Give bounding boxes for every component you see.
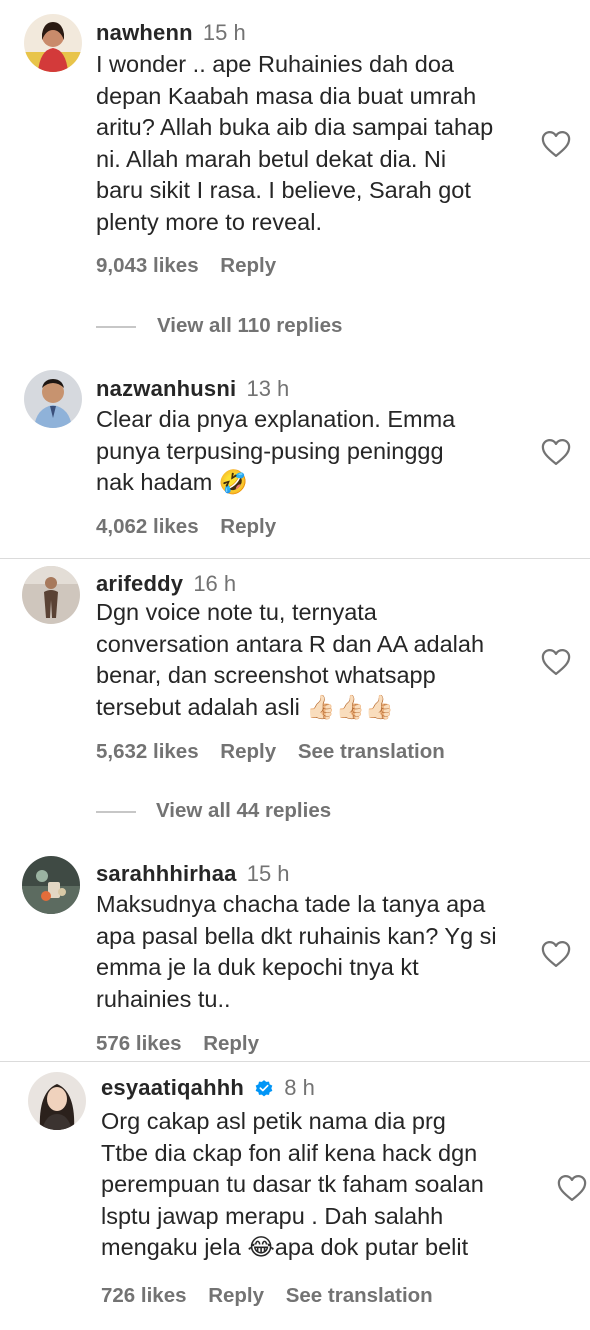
heart-outline-icon[interactable]	[557, 1174, 587, 1202]
likes-count[interactable]: 576 likes	[96, 1032, 182, 1055]
likes-count[interactable]: 9,043 likes	[96, 254, 199, 277]
comment-meta: 576 likes Reply	[96, 1030, 275, 1058]
comment-text: Dgn voice note tu, ternyata conversation…	[96, 597, 484, 723]
comment-line: ruhainies tu..	[96, 985, 231, 1012]
replies-line	[96, 811, 136, 813]
comment-line: plenty more to reveal.	[96, 208, 322, 235]
comment-line: tersebut adalah asli 👍🏻👍🏻👍🏻	[96, 693, 395, 720]
comment-meta: 5,632 likes Reply See translation	[96, 738, 461, 766]
comment-text: Maksudnya chacha tade la tanya apa apa p…	[96, 889, 497, 1015]
avatar[interactable]	[28, 1072, 86, 1130]
comment-esyaatiqahhh: esyaatiqahhh 8 h Org cakap asl petik nam…	[0, 1062, 590, 1330]
heart-outline-icon[interactable]	[541, 648, 571, 676]
comment-line: Org cakap asl petik nama dia prg	[101, 1108, 446, 1134]
avatar[interactable]	[22, 566, 80, 624]
comment-line: aritu? Allah buka aib dia sampai tahap	[96, 114, 494, 140]
avatar[interactable]	[22, 856, 80, 914]
view-replies-button[interactable]: View all 44 replies	[156, 797, 331, 825]
comment-line: baru sikit I rasa. I believe, Sarah got	[96, 177, 471, 203]
see-translation-button[interactable]: See translation	[286, 1284, 433, 1307]
comment-nazwanhusni: nazwanhusni 13 h Clear dia pnya explanat…	[0, 360, 590, 558]
username[interactable]: nawhenn	[96, 20, 193, 45]
username[interactable]: sarahhhirhaa	[96, 861, 237, 886]
comment-header: nawhenn 15 h	[96, 18, 246, 48]
comment-line: nak hadam 🤣	[96, 469, 249, 495]
see-translation-button[interactable]: See translation	[298, 740, 445, 763]
avatar[interactable]	[24, 370, 82, 428]
comment-line: conversation antara R dan AA adalah	[96, 630, 485, 657]
view-replies-button[interactable]: View all 110 replies	[157, 312, 342, 340]
divider	[0, 558, 590, 559]
comment-text: Clear dia pnya explanation. Emma punya t…	[96, 404, 455, 499]
timestamp: 8 h	[284, 1075, 315, 1100]
avatar[interactable]	[24, 14, 82, 72]
reply-button[interactable]: Reply	[220, 254, 276, 277]
comment-line: lsptu jawap merapu . Dah salahh	[101, 1202, 444, 1229]
comment-line: apa pasal bella dkt ruhainis kan? Yg si	[96, 922, 497, 949]
comment-header: arifeddy 16 h	[96, 569, 236, 599]
comment-line: I wonder .. ape Ruhainies dah doa	[96, 51, 454, 77]
comment-header: esyaatiqahhh 8 h	[101, 1073, 315, 1103]
comment-meta: 4,062 likes Reply	[96, 513, 292, 541]
comment-line: Ttbe dia ckap fon alif kena hack dgn	[101, 1139, 478, 1166]
comment-text: I wonder .. ape Ruhainies dah doa depan …	[96, 49, 493, 238]
comment-header: sarahhhirhaa 15 h	[96, 859, 290, 889]
comment-nawhenn: nawhenn 15 h I wonder .. ape Ruhainies d…	[0, 0, 590, 350]
likes-count[interactable]: 4,062 likes	[96, 515, 199, 538]
comment-meta: 726 likes Reply See translation	[101, 1282, 449, 1310]
likes-count[interactable]: 5,632 likes	[96, 740, 199, 763]
comment-line: ni. Allah marah betul dekat dia. Ni	[96, 145, 447, 172]
timestamp: 16 h	[193, 571, 237, 596]
comment-line: punya terpusing-pusing peninggg	[96, 437, 444, 464]
comment-arifeddy: arifeddy 16 h Dgn voice note tu, ternyat…	[0, 560, 590, 840]
reply-button[interactable]: Reply	[208, 1284, 264, 1307]
comment-text: Org cakap asl petik nama dia prg Ttbe di…	[101, 1106, 484, 1264]
comment-line: depan Kaabah masa dia buat umrah	[96, 82, 477, 109]
likes-count[interactable]: 726 likes	[101, 1284, 187, 1307]
username[interactable]: esyaatiqahhh	[101, 1075, 244, 1100]
reply-button[interactable]: Reply	[203, 1032, 259, 1055]
comment-line: benar, dan screenshot whatsapp	[96, 662, 436, 688]
comment-line: Maksudnya chacha tade la tanya apa	[96, 891, 486, 917]
username[interactable]: arifeddy	[96, 571, 183, 596]
reply-button[interactable]: Reply	[220, 515, 276, 538]
heart-outline-icon[interactable]	[541, 130, 571, 158]
verified-badge-icon	[255, 1080, 273, 1097]
username[interactable]: nazwanhusni	[96, 376, 236, 401]
heart-outline-icon[interactable]	[541, 438, 571, 466]
comment-line: Dgn voice note tu, ternyata	[96, 599, 377, 625]
comment-meta: 9,043 likes Reply	[96, 252, 292, 280]
comment-sarahhhirhaa: sarahhhirhaa 15 h Maksudnya chacha tade …	[0, 850, 590, 1060]
comment-line: emma je la duk kepochi tnya kt	[96, 954, 419, 980]
timestamp: 15 h	[202, 20, 246, 45]
heart-outline-icon[interactable]	[541, 940, 571, 968]
replies-line	[96, 326, 136, 328]
comment-line: mengaku jela 😂apa dok putar belit	[101, 1234, 469, 1260]
timestamp: 13 h	[246, 376, 290, 401]
reply-button[interactable]: Reply	[220, 740, 276, 763]
comment-line: perempuan tu dasar tk faham soalan	[101, 1171, 484, 1197]
timestamp: 15 h	[246, 861, 290, 886]
comment-header: nazwanhusni 13 h	[96, 374, 289, 404]
comment-line: Clear dia pnya explanation. Emma	[96, 406, 456, 432]
